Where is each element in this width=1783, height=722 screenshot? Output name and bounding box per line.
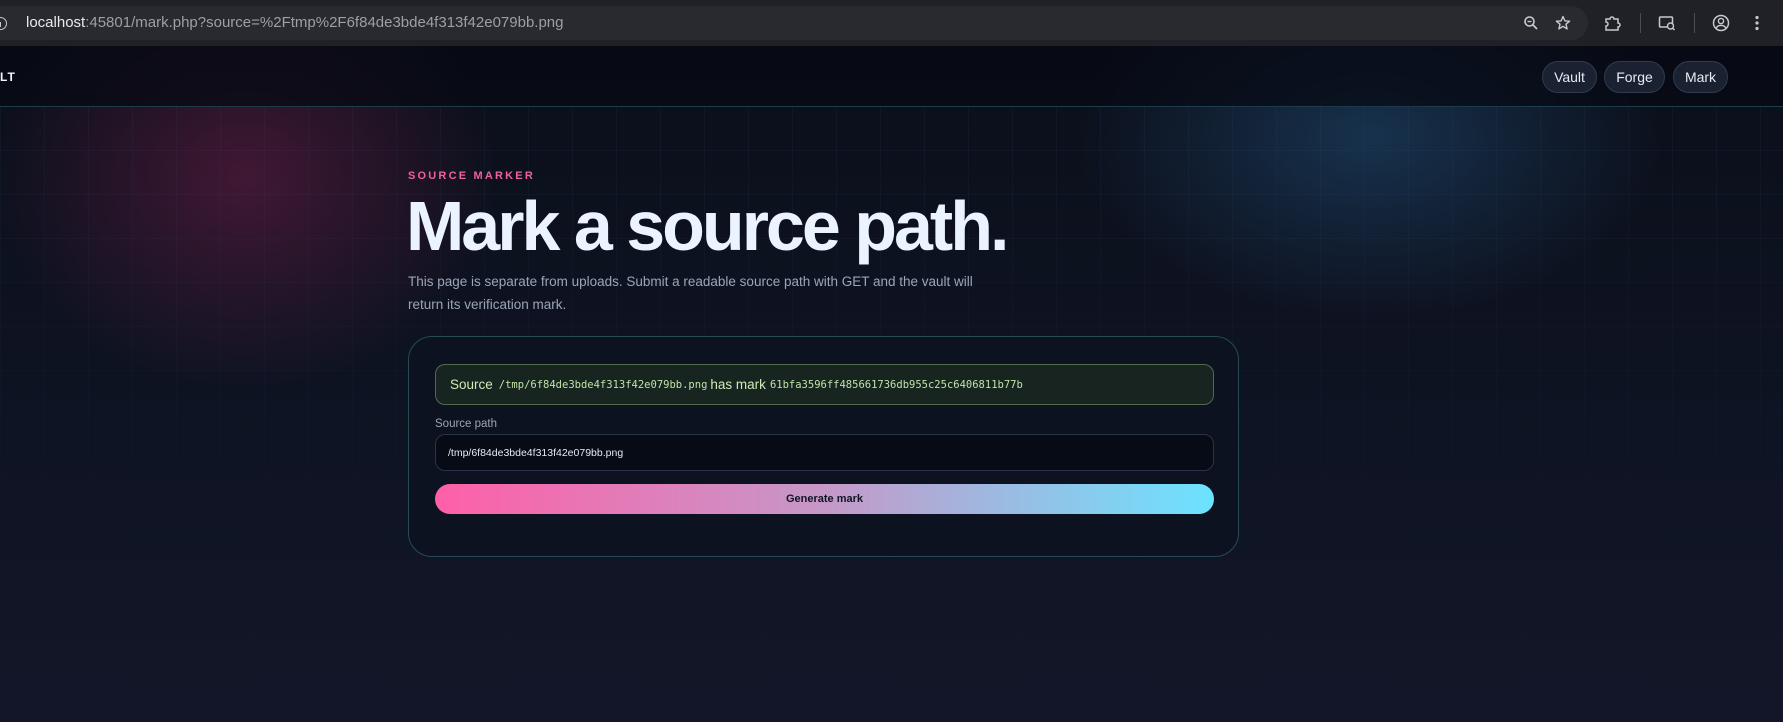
result-middle: has mark <box>710 377 766 392</box>
page-viewport: LT Vault Forge Mark SOURCE MARKER Mark a… <box>0 46 1783 722</box>
source-path-label: Source path <box>435 418 498 430</box>
source-path-input[interactable] <box>435 434 1214 471</box>
result-prefix: Source <box>450 377 493 392</box>
url-text[interactable]: localhost:45801/mark.php?source=%2Ftmp%2… <box>26 14 563 31</box>
extensions-icon[interactable] <box>1601 12 1623 34</box>
info-icon[interactable] <box>0 17 7 30</box>
browser-toolbar: localhost:45801/mark.php?source=%2Ftmp%2… <box>0 0 1783 46</box>
page-description: This page is separate from uploads. Subm… <box>408 274 973 312</box>
nav-link-mark[interactable]: Mark <box>1673 61 1728 93</box>
star-icon[interactable] <box>1552 12 1574 34</box>
zoom-icon[interactable] <box>1520 12 1542 34</box>
profile-icon[interactable] <box>1710 12 1732 34</box>
result-mark-hash: 61bfa3596ff485661736db955c25c6406811b77b <box>769 378 1023 391</box>
mark-form-card: Source /tmp/6f84de3bde4f313f42e079bb.png… <box>408 336 1239 557</box>
site-header: LT Vault Forge Mark <box>0 46 1783 107</box>
toolbar-separator <box>1694 13 1695 33</box>
media-router-icon[interactable] <box>1656 12 1678 34</box>
url-path: :45801/mark.php?source=%2Ftmp%2F6f84de3b… <box>85 14 564 31</box>
address-bar[interactable]: localhost:45801/mark.php?source=%2Ftmp%2… <box>0 6 1588 40</box>
url-host: localhost <box>26 14 86 31</box>
page-title: Mark a source path. <box>406 187 1009 265</box>
result-message: Source /tmp/6f84de3bde4f313f42e079bb.png… <box>435 364 1214 405</box>
nav-link-forge[interactable]: Forge <box>1604 61 1665 93</box>
nav-link-vault[interactable]: Vault <box>1542 61 1597 93</box>
more-icon[interactable] <box>1746 12 1768 34</box>
section-eyebrow: SOURCE MARKER <box>408 170 535 182</box>
result-path: /tmp/6f84de3bde4f313f42e079bb.png <box>498 378 708 391</box>
toolbar-separator <box>1640 13 1641 33</box>
site-logo[interactable]: LT <box>0 70 16 84</box>
generate-mark-button[interactable]: Generate mark <box>435 484 1214 514</box>
